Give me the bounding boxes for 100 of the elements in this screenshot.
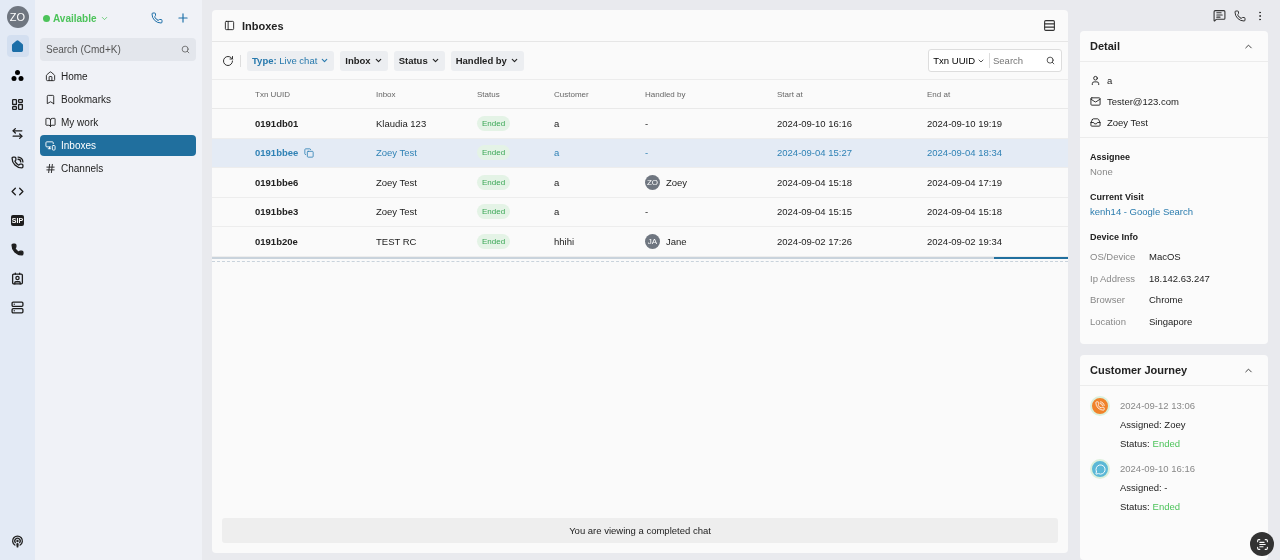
nav-item[interactable]: My work [40, 112, 196, 133]
nav-item[interactable]: Bookmarks [40, 89, 196, 110]
status-badge: Ended [477, 233, 511, 249]
filter-button[interactable]: Inbox [340, 50, 388, 71]
table-cell-text: 2024-09-02 19:34 [927, 235, 1003, 247]
table-cell-text: - [645, 117, 650, 129]
column-header: End at [927, 89, 952, 99]
info-value: 18.142.63.247 [1149, 272, 1211, 284]
table-cell-text: 0191bbe6 [255, 176, 300, 188]
nav-item[interactable]: Channels [40, 158, 196, 179]
search-field[interactable]: Txn UUID Search [928, 49, 1062, 72]
message-icon [1213, 9, 1226, 22]
inbox-icon [45, 140, 56, 151]
journey-time: 2024-09-12 13:06 [1120, 400, 1195, 411]
table-cell-text: hhihi [554, 235, 576, 247]
search-icon [1046, 56, 1055, 65]
status-badge: Ended [477, 174, 511, 190]
table-cell-text: 0191bbe3 [255, 206, 300, 218]
menu-button[interactable] [1043, 19, 1056, 32]
table-row[interactable]: 0191bbe3 Zoey Test Ended a - 2024-09-04 15:15 2024-09-04 15:18 [212, 197, 1068, 227]
table-cell-text: a [554, 176, 561, 188]
table-row[interactable]: 0191bbe6 Zoey Test Ended a ZO Zoey 2024-09-04 15:18 2024-09-04 17:19 [212, 168, 1068, 198]
table-cell-text: 2024-09-04 15:27 [777, 147, 853, 159]
info-key: OS/Device [1090, 251, 1149, 263]
mail-icon [1090, 96, 1101, 107]
dashboard-icon [11, 97, 24, 111]
table-cell-text: a [554, 147, 561, 159]
filter-button[interactable]: Handled by [450, 50, 524, 71]
home-icon [11, 39, 24, 53]
caret-icon [430, 56, 440, 65]
page-title: Inboxes [242, 19, 285, 32]
section-label: Assignee [1090, 152, 1132, 164]
table-cell-text: 2024-09-10 19:19 [927, 117, 1003, 129]
table-cell-text: a [554, 206, 561, 218]
caret-icon [373, 56, 383, 65]
column-header: Handled by [645, 89, 687, 99]
table-cell-text: Zoey Test [376, 206, 418, 218]
assignee-value: None [1090, 166, 1114, 179]
phone-icon [1234, 9, 1246, 22]
arrows-icon [11, 126, 24, 140]
journey-assigned: Assigned: Zoey [1120, 419, 1187, 430]
agent-avatar: JA [645, 233, 660, 249]
caret-icon [509, 56, 519, 65]
visit-link[interactable]: kenh14 - Google Search [1090, 206, 1258, 226]
table-cell-text: a [554, 117, 561, 129]
table-cell-text: Klaudia 123 [376, 117, 428, 129]
table-cell-text: Zoey Test [376, 147, 418, 159]
table-cell-text: Zoey Test [376, 176, 418, 188]
info-value: Chrome [1149, 294, 1184, 306]
field-select[interactable]: Txn UUID [929, 53, 990, 68]
person-icon [1090, 75, 1101, 86]
scrollbar[interactable] [994, 256, 1068, 259]
table-cell-text: 2024-09-04 17:19 [927, 176, 1003, 188]
contact-text: Zoey Test [1107, 117, 1148, 128]
scan-button[interactable] [1250, 532, 1274, 556]
home-icon [45, 71, 56, 82]
table-cell-text: 0191db01 [255, 117, 300, 129]
column-header: Customer [554, 89, 590, 99]
table-cell-text: 2024-09-02 17:26 [777, 235, 853, 247]
table-cell-text: - [645, 206, 650, 218]
column-header: Txn UUID [255, 89, 292, 99]
info-key: Browser [1090, 294, 1149, 306]
info-key: Ip Address [1090, 272, 1149, 284]
three-dots-icon [11, 68, 24, 82]
column-header: Start at [777, 89, 804, 99]
search-field[interactable]: Search (Cmd+K) [40, 38, 196, 61]
filter-button[interactable]: Type: Live chat [247, 50, 335, 71]
call-button[interactable] [151, 12, 163, 24]
table-cell-text: 0191b20e [255, 235, 299, 247]
stack-icon [11, 300, 24, 314]
table-cell-text: TEST RC [376, 235, 418, 247]
search-icon [181, 45, 190, 54]
status-value: Ended [1152, 501, 1181, 512]
contact-icon [11, 271, 24, 285]
table-cell: 0191bbee [255, 147, 376, 159]
table-cell-text: - [645, 147, 650, 159]
scan-icon [1255, 537, 1269, 551]
filter-button[interactable]: Status [393, 50, 445, 71]
status-label: Status: [1120, 501, 1150, 512]
contact-text: Tester@123.com [1107, 96, 1179, 107]
nav-item[interactable]: Home [40, 66, 196, 87]
phone-call-icon [11, 155, 24, 169]
table-cell-text: 2024-09-04 15:18 [777, 176, 853, 188]
table-row[interactable]: 0191bbee Zoey Test Ended a - 2024-09-04 15:27 2024-09-04 18:34 [212, 138, 1068, 168]
table-cell-text: 2024-09-10 16:16 [777, 117, 853, 129]
user-avatar[interactable]: ZO [6, 6, 29, 28]
agent-avatar: ZO [645, 174, 660, 190]
broadcast-icon [11, 535, 24, 548]
column-header: Status [477, 89, 501, 99]
table-row[interactable]: 0191b20e TEST RC Ended hhihi JA Jane 2024-09-02 17:26 2024-09-02 19:34 [212, 227, 1068, 257]
table-cell-text: ZO Zoey [645, 174, 689, 190]
table-row[interactable]: 0191db01 Klaudia 123 Ended a - 2024-09-10 16:16 2024-09-10 19:19 [212, 109, 1068, 139]
status-badge: Ended [477, 115, 511, 131]
nav-item[interactable]: Inboxes [40, 135, 196, 156]
table-cell-text: 2024-09-04 15:18 [927, 206, 1003, 218]
notice-banner: You are viewing a completed chat [222, 518, 1058, 543]
status-badge: Ended [477, 145, 511, 161]
journey-time: 2024-09-10 16:16 [1120, 463, 1195, 474]
section-label: Device Info [1090, 232, 1139, 244]
refresh-button[interactable] [222, 54, 241, 67]
